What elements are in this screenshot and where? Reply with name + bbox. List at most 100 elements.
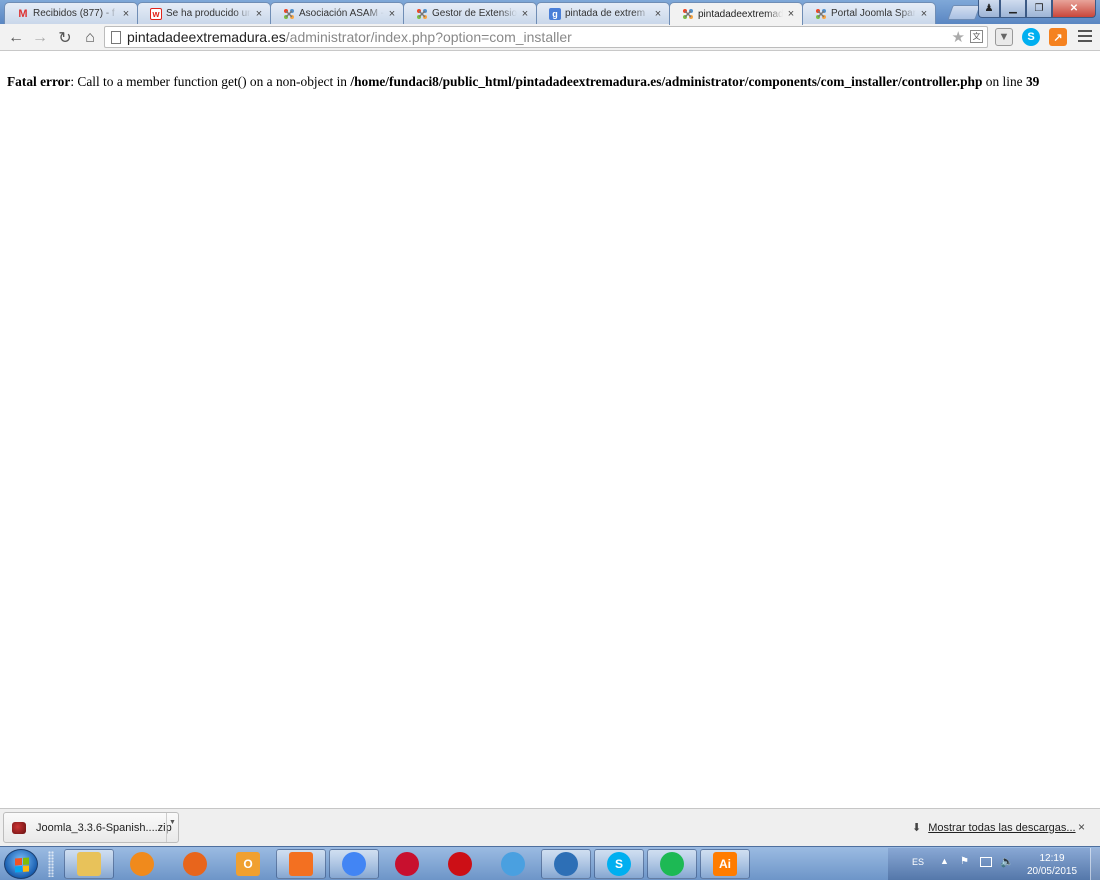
browser-tab[interactable]: w Se ha producido un ×: [137, 2, 271, 24]
error-on-line-text: on line: [982, 74, 1026, 89]
joomla-icon: [682, 8, 694, 20]
tabs-container: M Recibidos (877) - f × w Se ha producido un…: [4, 2, 936, 25]
taskbar-app-firefox[interactable]: [170, 849, 220, 879]
taskbar-app-illustrator[interactable]: Ai: [700, 849, 750, 879]
tab-title: pintadadeextremad: [698, 8, 783, 20]
translate-icon[interactable]: 文: [970, 30, 983, 43]
tab-title: Asociación ASAM -: [299, 8, 384, 19]
xampp-icon: [289, 852, 313, 876]
user-app-icon: [554, 852, 578, 876]
back-button[interactable]: ←: [6, 28, 26, 48]
minimize-button[interactable]: ▁: [1000, 0, 1026, 18]
tab-title: Gestor de Extension: [432, 8, 517, 19]
windows-taskbar: O S Ai ES ▲ ⚑ 🔈 12:19 20/05/2015: [0, 846, 1100, 880]
error-text: : Call to a member function get() on a n…: [70, 74, 351, 89]
address-path: /administrator/index.php?option=com_inst…: [285, 29, 572, 45]
action-center-flag-icon[interactable]: ⚑: [960, 856, 969, 867]
safari-icon: [501, 852, 525, 876]
show-hidden-icons-button[interactable]: ▲: [940, 856, 949, 866]
taskbar-app-filezilla[interactable]: [382, 849, 432, 879]
language-indicator[interactable]: ES: [912, 857, 924, 867]
windows-logo-icon: [15, 857, 29, 873]
taskbar-app-xampp[interactable]: [276, 849, 326, 879]
skype-icon: S: [607, 852, 631, 876]
close-download-shelf-button[interactable]: ×: [1078, 820, 1085, 834]
chart-extension-icon[interactable]: ↗: [1049, 28, 1067, 46]
show-desktop-button[interactable]: [1090, 848, 1100, 880]
gmail-icon: M: [18, 7, 28, 20]
tab-title: Se ha producido un: [166, 8, 251, 19]
download-filename: Joomla_3.3.6-Spanish....zip: [36, 821, 172, 834]
bookmark-star-icon[interactable]: ★: [952, 28, 965, 46]
tab-title: pintada de extrem: [565, 8, 646, 19]
new-tab-button[interactable]: [947, 5, 981, 20]
user-profile-button[interactable]: ♟: [978, 0, 1000, 18]
taskbar-app-outlook[interactable]: O: [223, 849, 273, 879]
fatal-error-message: Fatal error: Call to a member function g…: [7, 74, 1097, 90]
page-content: Fatal error: Call to a member function g…: [0, 52, 1100, 808]
skype-extension-icon[interactable]: S: [1022, 28, 1040, 46]
tab-close-icon[interactable]: ×: [121, 8, 131, 20]
maximize-button[interactable]: ❐: [1026, 0, 1052, 18]
taskbar-app-safari[interactable]: [488, 849, 538, 879]
page-icon: [111, 31, 121, 44]
browser-toolbar: ← → ↻ ⌂ pintadadeextremadura.es /adminis…: [0, 24, 1100, 51]
taskbar-app-explorer[interactable]: [64, 849, 114, 879]
tab-title: Portal Joomla Span: [831, 8, 916, 19]
tab-close-icon[interactable]: ×: [387, 8, 397, 20]
tab-close-icon[interactable]: ×: [786, 8, 796, 20]
clock[interactable]: 12:19 20/05/2015: [1026, 852, 1078, 878]
w-icon: w: [150, 7, 162, 20]
download-arrow-icon: ⬇: [912, 822, 922, 834]
reload-button[interactable]: ↻: [55, 28, 75, 48]
download-item[interactable]: Joomla_3.3.6-Spanish....zip ▼: [3, 812, 179, 843]
clock-date: 20/05/2015: [1026, 866, 1078, 877]
firefox-icon: [183, 852, 207, 876]
system-tray: ES ▲ ⚑ 🔈 12:19 20/05/2015: [888, 848, 1100, 880]
chrome-menu-icon[interactable]: [1078, 30, 1092, 44]
close-window-button[interactable]: ✕: [1052, 0, 1096, 18]
browser-tab[interactable]: Asociación ASAM - ×: [270, 2, 404, 24]
download-options-dropdown[interactable]: ▼: [166, 813, 178, 842]
network-icon[interactable]: [980, 857, 992, 867]
browser-tab[interactable]: M Recibidos (877) - f ×: [4, 2, 138, 24]
error-line-number: 39: [1025, 74, 1040, 89]
taskbar-app-media-player[interactable]: [117, 849, 167, 879]
browser-tab[interactable]: Gestor de Extension ×: [403, 2, 537, 24]
tab-close-icon[interactable]: ×: [653, 8, 663, 20]
filezilla-icon: [395, 852, 419, 876]
download-shelf: Joomla_3.3.6-Spanish....zip ▼ ⬇ Mostrar …: [0, 808, 1100, 846]
taskbar-app-user-app[interactable]: [541, 849, 591, 879]
address-host: pintadadeextremadura.es: [127, 29, 286, 45]
show-all-downloads-link[interactable]: Mostrar todas las descargas...: [928, 822, 1075, 834]
joomla-icon: [283, 8, 295, 20]
taskbar-app-skype[interactable]: S: [594, 849, 644, 879]
tab-close-icon[interactable]: ×: [919, 8, 929, 20]
tab-close-icon[interactable]: ×: [520, 8, 530, 20]
taskbar-grip: [48, 851, 54, 877]
window-controls: ♟ ▁ ❐ ✕: [978, 0, 1096, 18]
taskbar-app-spotify[interactable]: [647, 849, 697, 879]
volume-icon[interactable]: 🔈: [1000, 855, 1014, 868]
browser-tab[interactable]: pintadadeextremad ×: [669, 2, 803, 25]
tab-close-icon[interactable]: ×: [254, 8, 264, 20]
taskbar-app-chrome[interactable]: [329, 849, 379, 879]
browser-tab[interactable]: g pintada de extrem ×: [536, 2, 670, 24]
opera-icon: [448, 852, 472, 876]
clock-time: 12:19: [1039, 853, 1065, 864]
tab-strip: M Recibidos (877) - f × w Se ha producido un…: [0, 0, 1100, 25]
shield-extension-icon[interactable]: ▼: [995, 28, 1013, 46]
chrome-icon: [342, 852, 366, 876]
show-all-downloads[interactable]: ⬇ Mostrar todas las descargas...: [912, 821, 1076, 835]
joomla-icon: [815, 8, 827, 20]
forward-button[interactable]: →: [30, 28, 50, 48]
browser-tab[interactable]: Portal Joomla Span ×: [802, 2, 936, 24]
illustrator-icon: Ai: [713, 852, 737, 876]
start-button[interactable]: [4, 849, 38, 879]
address-bar[interactable]: pintadadeextremadura.es /administrator/i…: [104, 26, 988, 48]
explorer-icon: [77, 852, 101, 876]
google-icon: g: [549, 7, 561, 20]
zip-file-icon: [12, 821, 26, 834]
home-button[interactable]: ⌂: [80, 28, 100, 48]
taskbar-app-opera[interactable]: [435, 849, 485, 879]
